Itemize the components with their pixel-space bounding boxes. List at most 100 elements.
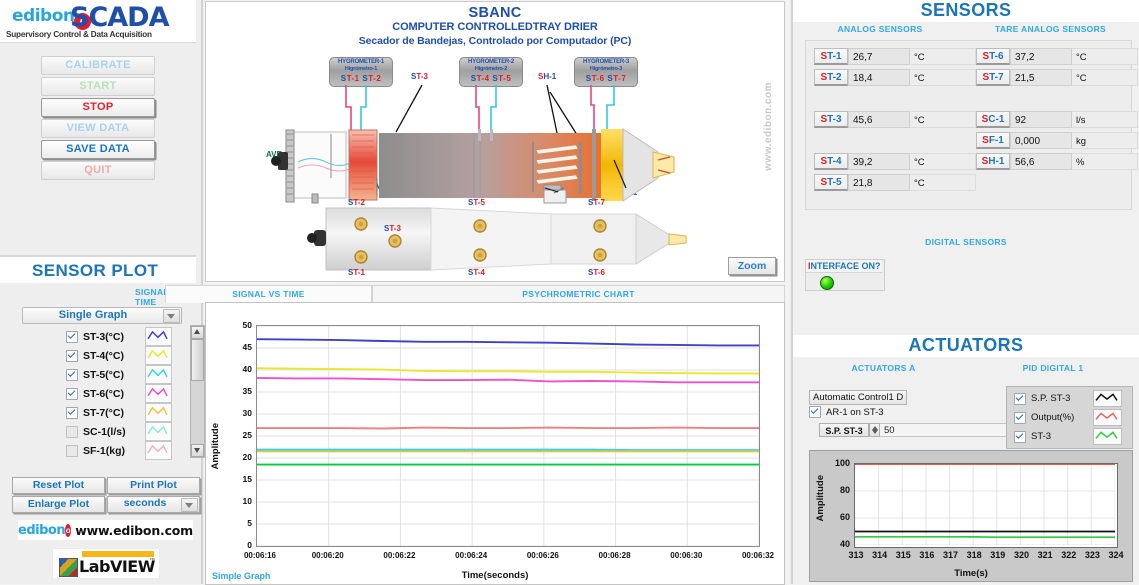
graph-mode-select[interactable]: Single Graph	[22, 307, 182, 324]
chart-y-tick: 20	[242, 452, 252, 462]
pid-y-tick: 40	[839, 539, 850, 549]
channel-color-swatch	[145, 365, 172, 384]
pid-legend-row[interactable]: ST-3	[1014, 427, 1122, 446]
sensor-tag: ST-5	[814, 174, 848, 191]
channel-checkbox[interactable]	[66, 349, 78, 362]
interface-status-led	[820, 276, 834, 290]
channel-color-swatch	[145, 422, 172, 441]
chevron-down-icon[interactable]	[181, 498, 198, 512]
chevron-down-icon[interactable]	[163, 309, 180, 323]
sensor-unit: l/s	[1072, 111, 1138, 128]
scrollbar-thumb[interactable]	[191, 339, 204, 381]
channel-row[interactable]: SF-1(kg)	[66, 441, 196, 460]
digital-sensors-box: INTERFACE ON?	[805, 259, 885, 291]
calibrate-button[interactable]: CALIBRATE	[41, 56, 155, 75]
tab-psychrometric-chart[interactable]: PSYCHROMETRIC CHART	[372, 285, 785, 303]
zoom-button[interactable]: Zoom	[728, 257, 776, 275]
pid-x-tick: 318	[966, 550, 982, 560]
edibon-website-banner[interactable]: edibon o www.edibon.com	[18, 520, 193, 540]
pid-legend-row[interactable]: Output(%)	[1014, 408, 1122, 427]
channel-label: SC-1(l/s)	[83, 425, 126, 438]
setpoint-stepper[interactable]	[869, 423, 880, 437]
labview-text: LabVIEW	[79, 557, 155, 576]
channel-checkbox[interactable]	[66, 330, 78, 343]
channel-label: SF-1(kg)	[83, 444, 125, 457]
pid-legend-checkbox[interactable]	[1014, 392, 1026, 405]
pid-x-tick: 322	[1061, 550, 1077, 560]
channel-checkbox[interactable]	[66, 425, 78, 438]
actuators-panel: Automatic Control1 D AR-1 on ST-3 S.P. S…	[801, 382, 1139, 582]
quit-button[interactable]: QUIT	[41, 161, 155, 180]
pid-plot-area[interactable]	[854, 463, 1118, 548]
pid-legend: S.P. ST-3 Output(%) ST-3	[1006, 386, 1133, 449]
sensor-unit: °C	[910, 111, 976, 128]
pid-x-tick: 316	[919, 550, 935, 560]
pid-x-tick: 319	[990, 550, 1006, 560]
channel-checkbox[interactable]	[66, 406, 78, 419]
channel-row[interactable]: ST-3(°C)	[66, 327, 196, 346]
ar1-checkbox[interactable]	[809, 406, 821, 418]
channel-row[interactable]: ST-5(°C)	[66, 365, 196, 384]
tab-tare-analog-sensors[interactable]: TARE ANALOG SENSORS	[968, 24, 1133, 34]
chart-y-tick: 40	[242, 364, 252, 374]
scroll-up-icon[interactable]	[191, 326, 204, 339]
setpoint-tag: S.P. ST-3	[819, 423, 869, 437]
chart-x-tick: 00:06:28	[598, 551, 631, 560]
pid-legend-checkbox[interactable]	[1014, 411, 1026, 424]
channel-row[interactable]: ST-4(°C)	[66, 346, 196, 365]
pid-legend-label: Output(%)	[1031, 412, 1075, 423]
sensor-value: 26,7	[848, 48, 910, 65]
chart-x-tick: 00:06:30	[670, 551, 703, 560]
pid-legend-swatch	[1093, 390, 1122, 407]
sensor-unit: °C	[910, 174, 976, 191]
view-data-button[interactable]: VIEW DATA	[41, 119, 155, 138]
time-units-select[interactable]: seconds	[107, 496, 200, 513]
edibon-wordmark: edibon	[12, 6, 75, 26]
pid-chart: Amplitude 40 60 80 100 313 314 315 316 317 318 31…	[809, 450, 1133, 582]
channel-color-swatch	[145, 384, 172, 403]
chart-plot-area[interactable]	[256, 325, 760, 547]
channel-checkbox[interactable]	[66, 444, 78, 457]
channel-label: ST-6(°C)	[83, 387, 124, 400]
pid-x-tick: 324	[1108, 550, 1124, 560]
reset-plot-button[interactable]: Reset Plot	[12, 477, 105, 494]
channel-row[interactable]: ST-7(°C)	[66, 403, 196, 422]
print-plot-button[interactable]: Print Plot	[107, 477, 200, 494]
start-button[interactable]: START	[41, 77, 155, 96]
sensor-row: ST-5 21,8 °C	[814, 173, 976, 192]
channel-checkbox[interactable]	[66, 387, 78, 400]
pid-legend-checkbox[interactable]	[1014, 430, 1026, 443]
pid-x-tick: 320	[1013, 550, 1029, 560]
sensor-unit: kg	[1072, 132, 1138, 149]
pid-legend-row[interactable]: S.P. ST-3	[1014, 389, 1122, 408]
tab-analog-sensors[interactable]: ANALOG SENSORS	[805, 24, 955, 34]
pid-chart-xlabel: Time(s)	[954, 568, 988, 579]
chart-x-tick: 00:06:16	[243, 551, 277, 560]
tray-label-st2: ST-2	[348, 198, 365, 207]
sensor-value: 37,2	[1010, 48, 1072, 65]
scada-application-window: edibon o SCADA Supervisory Control & Data…	[0, 0, 1139, 585]
enlarge-plot-button[interactable]: Enlarge Plot	[12, 496, 105, 513]
tray-label-st1: ST-1	[348, 268, 365, 277]
sensor-tag: SH-1	[976, 153, 1010, 170]
scada-title: SCADA	[70, 2, 169, 33]
sensor-value: 21,8	[848, 174, 910, 191]
interface-on-label: INTERFACE ON?	[806, 260, 882, 273]
tray-label-st7: ST-7	[588, 198, 605, 207]
sensor-unit: °C	[1072, 48, 1138, 65]
stop-button[interactable]: STOP	[41, 98, 155, 117]
channel-row[interactable]: SC-1(l/s)	[66, 422, 196, 441]
pid-x-tick: 314	[872, 550, 888, 560]
save-data-button[interactable]: SAVE DATA	[41, 140, 155, 159]
tab-pid-digital-1[interactable]: PID DIGITAL 1	[973, 363, 1133, 373]
sensor-tag: ST-2	[814, 69, 848, 86]
pid-x-tick: 313	[848, 550, 864, 560]
tab-signal-vs-time[interactable]: SIGNAL VS TIME	[165, 285, 372, 303]
channel-row[interactable]: ST-6(°C)	[66, 384, 196, 403]
channel-checkbox[interactable]	[66, 368, 78, 381]
pid-legend-label: S.P. ST-3	[1031, 393, 1071, 404]
channel-list-scrollbar[interactable]	[190, 325, 205, 458]
tab-actuators-a[interactable]: ACTUATORS A	[801, 363, 966, 373]
ar1-on-st3-row[interactable]: AR-1 on ST-3	[809, 406, 884, 418]
scroll-down-icon[interactable]	[191, 444, 204, 457]
